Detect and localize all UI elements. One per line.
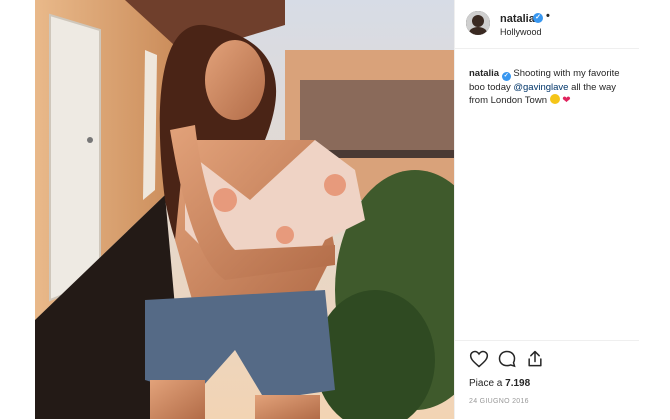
caption-verified-badge-icon: ✓ <box>501 72 511 81</box>
post-header: natalia ✓ • Hollywood <box>455 0 639 49</box>
post-photo[interactable] <box>35 0 454 419</box>
caption-username-link[interactable]: natalia <box>469 68 499 79</box>
avatar-image <box>466 11 490 35</box>
likes-label: Piace a <box>469 378 503 389</box>
username-link[interactable]: natalia <box>500 13 535 25</box>
post-photo-illustration <box>35 0 454 419</box>
heart-emoji-icon: ❤ <box>562 95 571 106</box>
more-dot-icon[interactable]: • <box>546 10 550 22</box>
post-date: 24 GIUGNO 2016 <box>469 398 529 405</box>
likes-count[interactable]: Piace a 7.198 <box>469 378 530 389</box>
avatar[interactable] <box>466 11 490 35</box>
post-details-panel: natalia ✓ • Hollywood natalia ✓ Shooting… <box>454 0 639 419</box>
share-icon[interactable] <box>525 349 545 369</box>
heart-icon[interactable] <box>469 349 489 369</box>
post-actions: Piace a 7.198 24 GIUGNO 2016 <box>455 340 639 420</box>
mention-link[interactable]: @gavinglave <box>513 82 568 93</box>
post-caption: natalia ✓ Shooting with my favorite boo … <box>469 67 631 107</box>
verified-badge-icon: ✓ <box>533 13 543 23</box>
likes-number: 7.198 <box>505 378 531 389</box>
smiling-face-icon <box>549 94 560 104</box>
comment-icon[interactable] <box>497 349 517 369</box>
location-link[interactable]: Hollywood <box>500 27 542 37</box>
